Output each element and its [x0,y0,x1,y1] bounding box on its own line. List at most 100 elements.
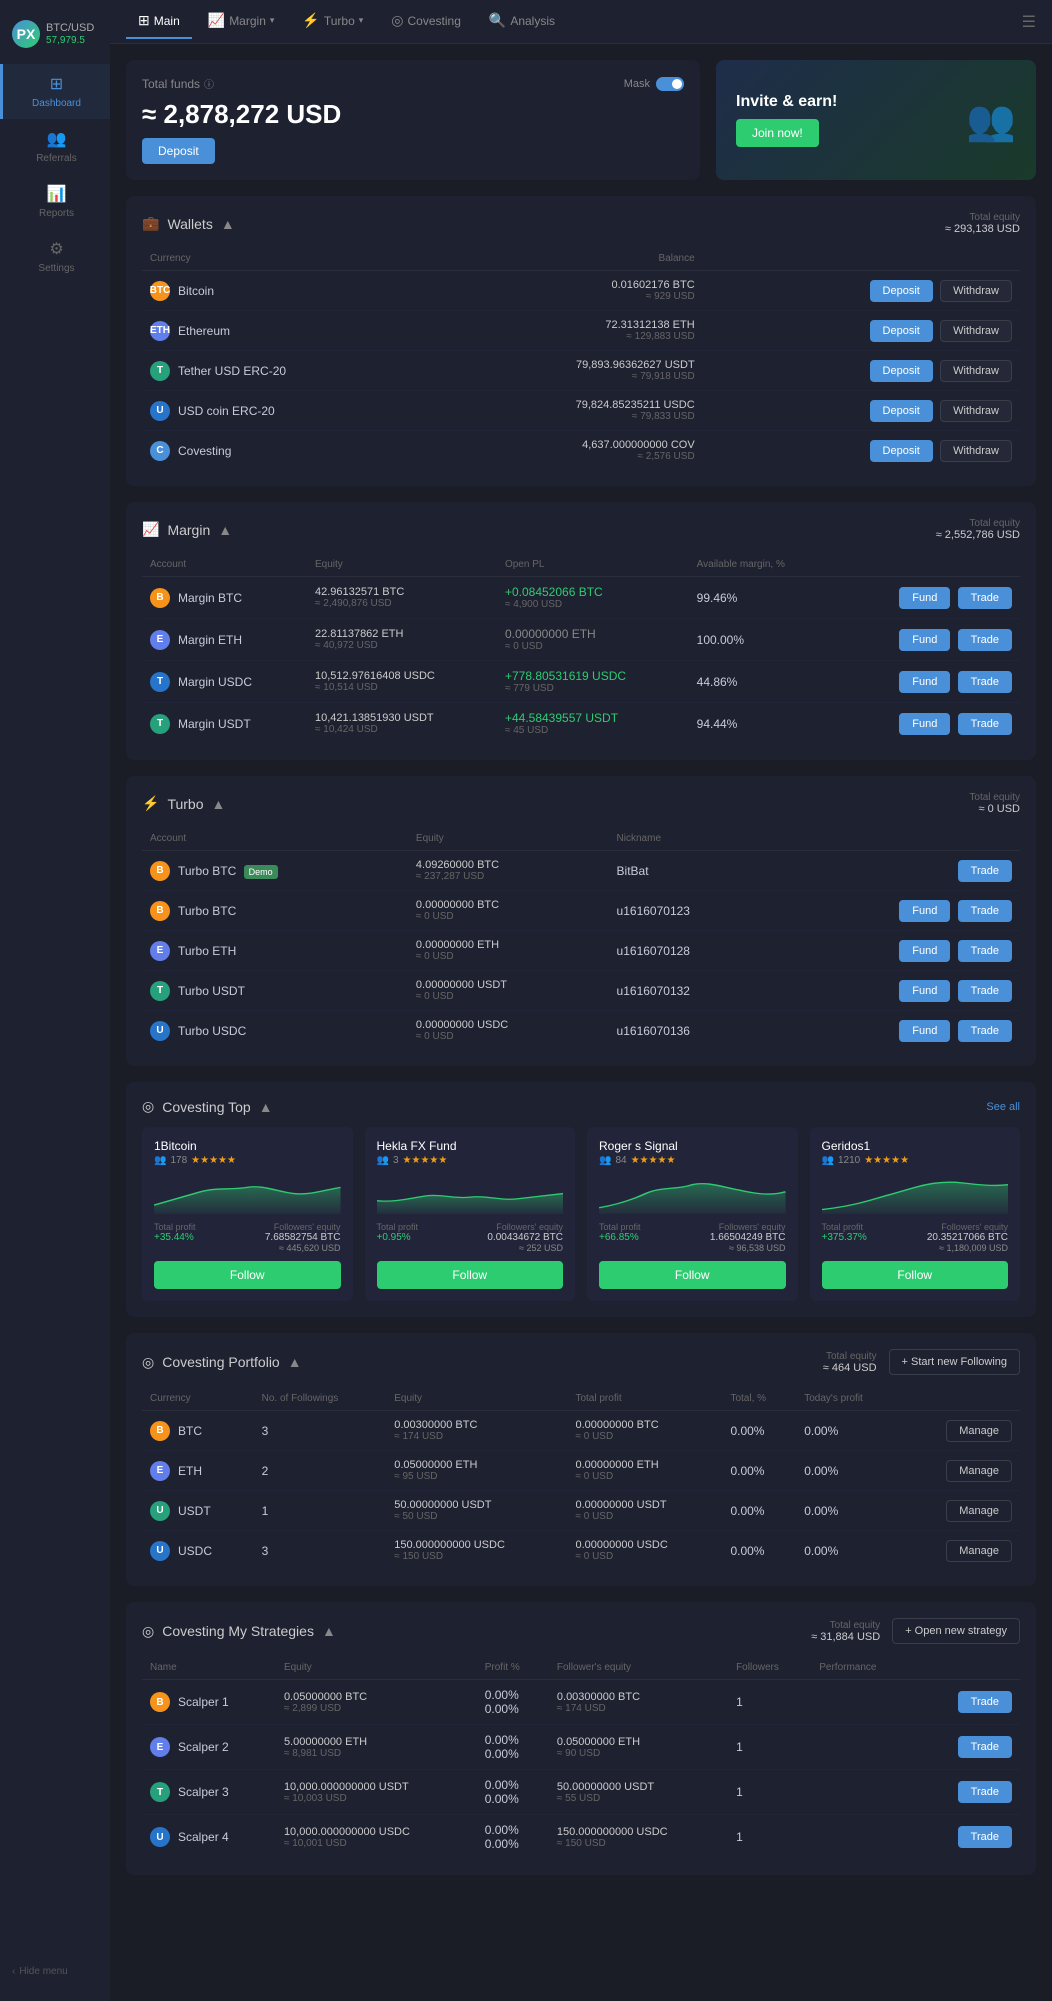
avail-margin: 100.00% [689,619,835,661]
manage-button[interactable]: Manage [946,1540,1012,1562]
trade-button[interactable]: Trade [958,1736,1012,1758]
fund-button[interactable]: Fund [899,1020,950,1042]
sidebar-item-settings[interactable]: ⚙ Settings [0,229,110,284]
fund-button[interactable]: Fund [899,671,950,693]
tab-main[interactable]: ⊞ Main [126,4,192,39]
sidebar: PX BTC/USD 57,979.5 ⊞ Dashboard 👥 Referr… [0,0,110,2001]
sidebar-item-dashboard[interactable]: ⊞ Dashboard [0,64,110,119]
main-tab-icon: ⊞ [138,12,150,29]
margin-collapse[interactable]: ▲ [218,522,232,538]
equity-main: 0.00000000 BTC [416,899,601,911]
follow-button[interactable]: Follow [377,1261,564,1289]
fund-button[interactable]: Fund [899,629,950,651]
sidebar-item-referrals[interactable]: 👥 Referrals [0,119,110,174]
coin-icon: B [150,1692,170,1712]
see-all-button[interactable]: See all [986,1101,1020,1113]
mask-toggle[interactable]: Mask [624,77,684,91]
fund-button[interactable]: Fund [899,713,950,735]
covesting-top-collapse[interactable]: ▲ [259,1099,273,1115]
deposit-button[interactable]: Deposit [870,440,933,462]
turbo-table: Account Equity Nickname B Turbo BTC Demo… [142,827,1020,1050]
portfolio-title: ◎ Covesting Portfolio ▲ [142,1354,302,1371]
fund-button[interactable]: Fund [899,980,950,1002]
wallets-table: Currency Balance BTC Bitcoin 0.01602176 … [142,247,1020,470]
table-row: T Tether USD ERC-20 79,893.96362627 USDT… [142,351,1020,391]
strategies-equity: Total equity ≈ 31,884 USD [811,1620,880,1643]
table-row: B Margin BTC 42.96132571 BTC ≈ 2,490,876… [142,577,1020,619]
trade-button[interactable]: Trade [958,629,1012,651]
sidebar-item-label: Reports [39,208,74,219]
balance-usd: ≈ 129,883 USD [447,331,695,342]
table-row: ETH Ethereum 72.31312138 ETH ≈ 129,883 U… [142,311,1020,351]
equity-usd: ≈ 10,003 USD [284,1793,469,1804]
coin-icon: B [150,588,170,608]
trade-button[interactable]: Trade [958,1781,1012,1803]
sidebar-item-reports[interactable]: 📊 Reports [0,174,110,229]
tab-margin[interactable]: 📈 Margin ▾ [196,4,287,39]
trade-button[interactable]: Trade [958,1691,1012,1713]
tab-covesting[interactable]: ◎ Covesting [379,4,473,39]
deposit-button[interactable]: Deposit [870,400,933,422]
deposit-button[interactable]: Deposit [870,320,933,342]
profit1: 0.00% [485,1823,541,1837]
today-profit: 0.00% [796,1451,903,1491]
hide-menu-button[interactable]: ‹ Hide menu [0,1954,110,1989]
profit2: 0.00% [485,1792,541,1806]
trade-button[interactable]: Trade [958,713,1012,735]
trade-button[interactable]: Trade [958,671,1012,693]
open-pl-usd: ≈ 45 USD [505,725,681,736]
deposit-button[interactable]: Deposit [870,360,933,382]
margin-tab-icon: 📈 [208,12,225,29]
wallets-collapse[interactable]: ▲ [221,216,235,232]
trade-button[interactable]: Trade [958,900,1012,922]
fund-button[interactable]: Fund [899,900,950,922]
trade-button[interactable]: Trade [958,587,1012,609]
coin-row: B Margin BTC [150,588,299,608]
trade-button[interactable]: Trade [958,980,1012,1002]
withdraw-button[interactable]: Withdraw [940,360,1012,382]
withdraw-button[interactable]: Withdraw [940,400,1012,422]
followers-equity-main: 150.000000000 USDC [557,1826,720,1838]
funds-row: Total funds ⓘ Mask ≈ 2,878,272 USD Depos… [126,60,1036,180]
trade-button[interactable]: Trade [958,940,1012,962]
table-row: B Scalper 1 0.05000000 BTC ≈ 2,899 USD 0… [142,1680,1020,1725]
start-following-button[interactable]: + Start new Following [889,1349,1020,1375]
fund-button[interactable]: Fund [899,940,950,962]
deposit-button[interactable]: Deposit [870,280,933,302]
follow-button[interactable]: Follow [822,1261,1009,1289]
turbo-title: ⚡ Turbo ▲ [142,795,225,812]
follow-button[interactable]: Follow [154,1261,341,1289]
coin-row: E Scalper 2 [150,1737,268,1757]
follow-button[interactable]: Follow [599,1261,786,1289]
join-now-button[interactable]: Join now! [736,119,819,147]
withdraw-button[interactable]: Withdraw [940,280,1012,302]
strategies-collapse[interactable]: ▲ [322,1623,336,1639]
funds-title: Total funds ⓘ [142,76,214,91]
withdraw-button[interactable]: Withdraw [940,440,1012,462]
mask-toggle-switch[interactable] [656,77,684,91]
turbo-tab-icon: ⚡ [302,12,319,29]
portfolio-collapse[interactable]: ▲ [288,1354,302,1370]
coin-icon: B [150,901,170,921]
followers-equity-usd: ≈ 150 USD [557,1838,720,1849]
sidebar-item-label: Settings [38,263,74,274]
deposit-button[interactable]: Deposit [142,138,215,164]
fund-button[interactable]: Fund [899,587,950,609]
account-name: Turbo BTC [178,904,236,918]
trade-button[interactable]: Trade [958,1020,1012,1042]
open-strategy-button[interactable]: + Open new strategy [892,1618,1020,1644]
equity-usd: ≈ 0 USD [416,1031,601,1042]
trade-button[interactable]: Trade [958,1826,1012,1848]
hamburger-menu[interactable]: ☰ [1022,12,1036,32]
table-row: E Scalper 2 5.00000000 ETH ≈ 8,981 USD 0… [142,1725,1020,1770]
trade-button[interactable]: Trade [958,860,1012,882]
turbo-collapse[interactable]: ▲ [212,796,226,812]
tab-turbo[interactable]: ⚡ Turbo ▾ [290,4,375,39]
tab-analysis[interactable]: 🔍 Analysis [477,4,567,39]
manage-button[interactable]: Manage [946,1420,1012,1442]
portfolio-col-currency: Currency [142,1387,254,1411]
wallet-icon: 💼 [142,215,159,232]
manage-button[interactable]: Manage [946,1460,1012,1482]
manage-button[interactable]: Manage [946,1500,1012,1522]
withdraw-button[interactable]: Withdraw [940,320,1012,342]
